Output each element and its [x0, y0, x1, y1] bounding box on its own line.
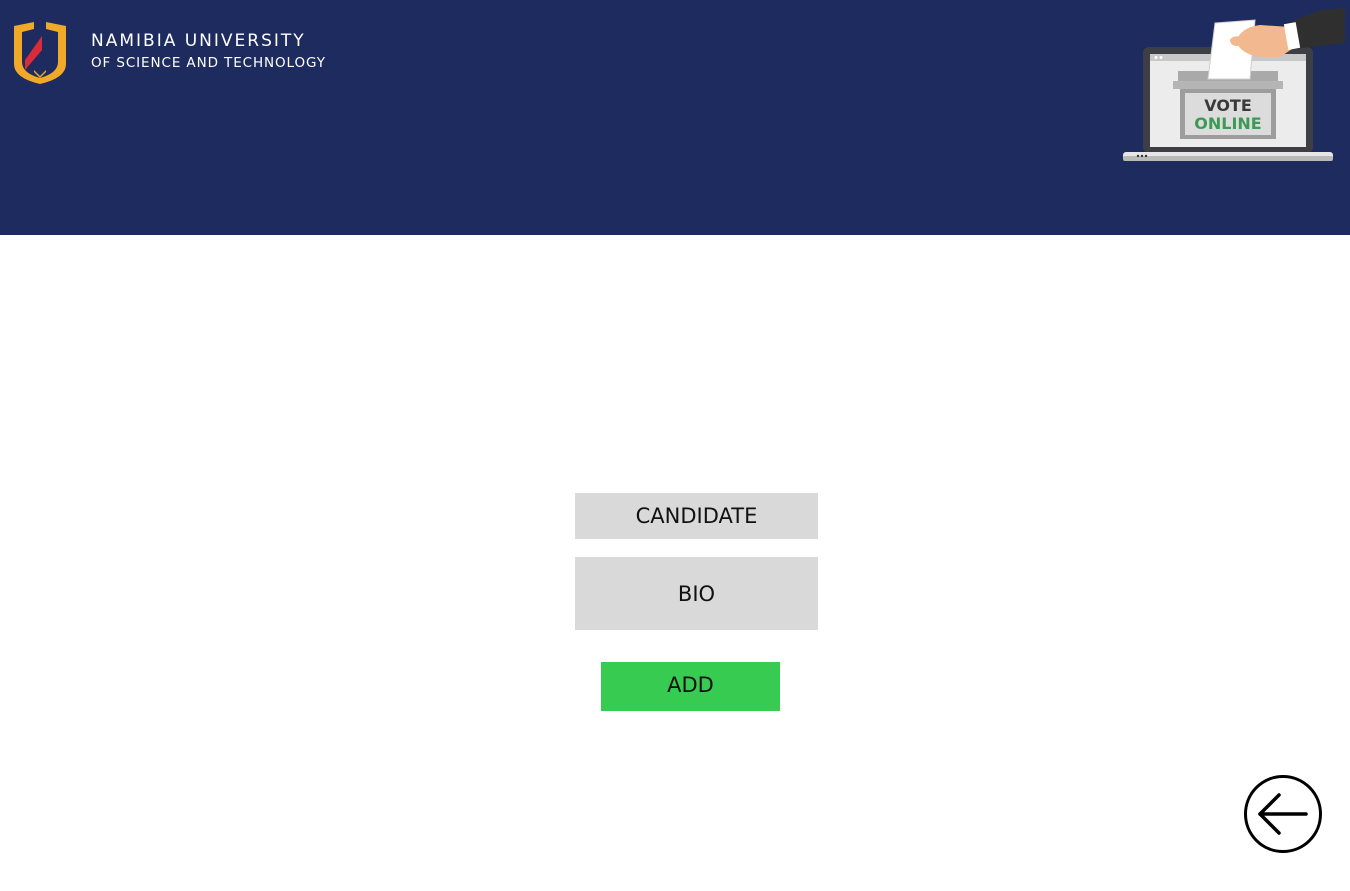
- logo-text: NAMIBIA UNIVERSITY OF SCIENCE AND TECHNO…: [91, 30, 326, 73]
- vote-online-laptop-icon: VOTE ONLINE: [1123, 8, 1345, 161]
- page: NAMIBIA UNIVERSITY OF SCIENCE AND TECHNO…: [0, 0, 1350, 891]
- bio-field[interactable]: BIO: [575, 557, 818, 630]
- logo-line-1: NAMIBIA UNIVERSITY: [91, 31, 306, 51]
- vote-word: VOTE: [1204, 96, 1252, 115]
- arrow-left-circle-icon[interactable]: [1244, 773, 1324, 855]
- online-word: ONLINE: [1194, 114, 1261, 133]
- header: NAMIBIA UNIVERSITY OF SCIENCE AND TECHNO…: [0, 0, 1350, 235]
- candidate-label: CANDIDATE: [635, 504, 758, 528]
- candidate-field[interactable]: CANDIDATE: [575, 493, 818, 539]
- university-logo: NAMIBIA UNIVERSITY OF SCIENCE AND TECHNO…: [10, 20, 340, 90]
- logo-line-2: OF SCIENCE AND TECHNOLOGY: [91, 55, 326, 71]
- add-button[interactable]: ADD: [601, 662, 780, 711]
- nust-shield-icon: [14, 22, 66, 84]
- bio-label: BIO: [677, 581, 716, 606]
